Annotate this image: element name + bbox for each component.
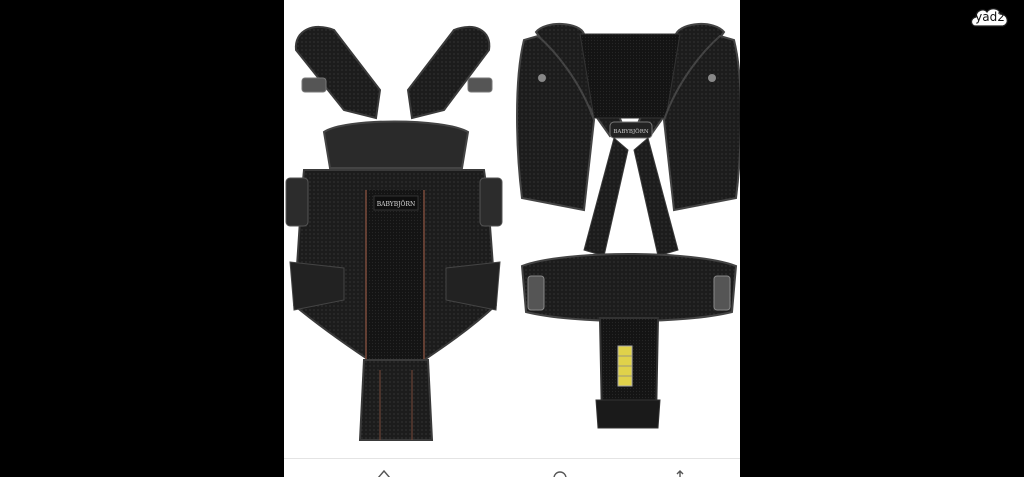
yad2-watermark: yad2 xyxy=(968,4,1012,32)
front-logo: BABYBJÖRN xyxy=(377,201,416,208)
back-logo: BABYBJÖRN xyxy=(613,128,648,135)
bottom-action-bar xyxy=(284,458,740,477)
heart-icon[interactable] xyxy=(672,469,688,477)
front-carrier: BABYBJÖRN xyxy=(285,25,503,441)
watermark-text: yad2 xyxy=(975,10,1005,24)
product-photo: BABYBJÖRN BABYBJÖRN xyxy=(284,0,740,458)
back-carrier: BABYBJÖRN xyxy=(516,23,740,429)
image-viewer: BABYBJÖRN BABYBJÖRN xyxy=(284,0,740,477)
share-icon[interactable] xyxy=(376,469,392,477)
baby-carrier-image: BABYBJÖRN BABYBJÖRN xyxy=(285,23,740,441)
home-icon[interactable] xyxy=(552,469,568,477)
